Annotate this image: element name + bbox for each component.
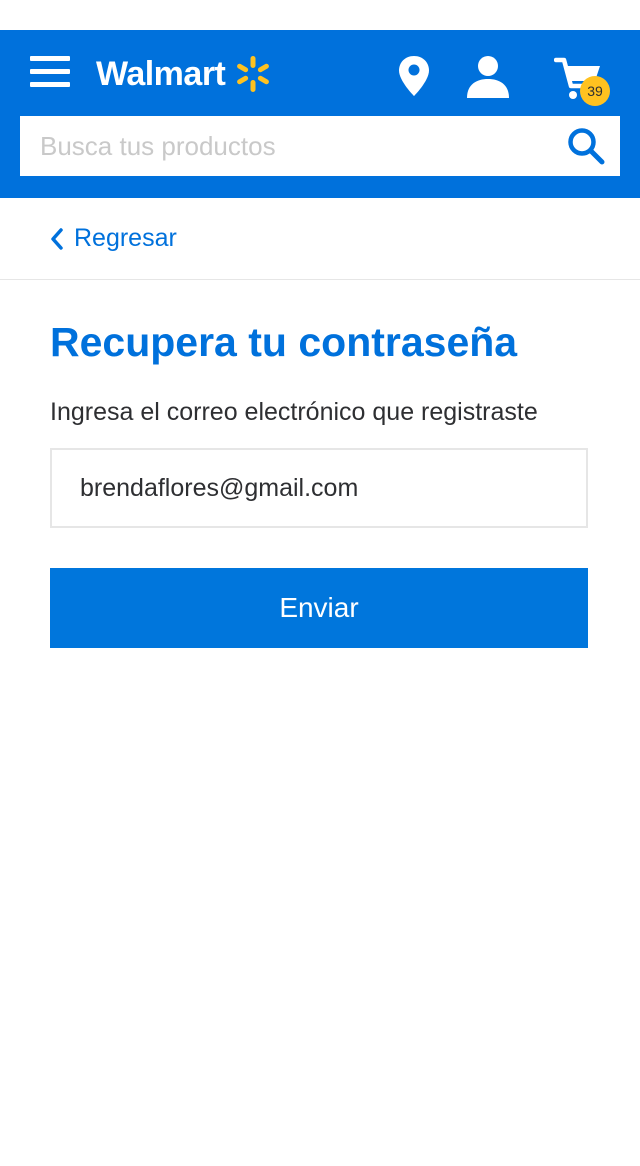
email-field[interactable]	[50, 448, 588, 528]
menu-icon-line	[30, 69, 70, 74]
location-pin-icon[interactable]	[396, 54, 432, 98]
email-instruction-label: Ingresa el correo electrónico que regist…	[50, 398, 538, 426]
walmart-spark-icon	[237, 56, 270, 92]
page-title: Recupera tu contraseña	[50, 319, 518, 365]
back-link[interactable]: Regresar	[50, 224, 177, 253]
site-header: Walmart 39	[0, 30, 640, 198]
walmart-logo[interactable]: Walmart	[96, 52, 273, 96]
submit-button[interactable]: Enviar	[50, 568, 588, 648]
chevron-left-icon	[51, 227, 63, 250]
menu-button[interactable]	[30, 56, 70, 88]
menu-icon-line	[30, 56, 70, 61]
menu-icon-line	[30, 82, 70, 87]
search-icon	[568, 128, 605, 165]
back-link-label: Regresar	[74, 224, 177, 252]
logo-text: Walmart	[96, 54, 226, 93]
search-bar	[20, 116, 620, 176]
search-button[interactable]	[556, 116, 616, 176]
cart-count-badge: 39	[580, 76, 610, 106]
status-bar-area	[0, 0, 640, 30]
search-input[interactable]	[20, 116, 556, 176]
account-icon[interactable]	[464, 54, 512, 98]
back-navigation: Regresar	[0, 198, 640, 280]
password-recovery-form: Recupera tu contraseña Ingresa el correo…	[0, 318, 640, 648]
